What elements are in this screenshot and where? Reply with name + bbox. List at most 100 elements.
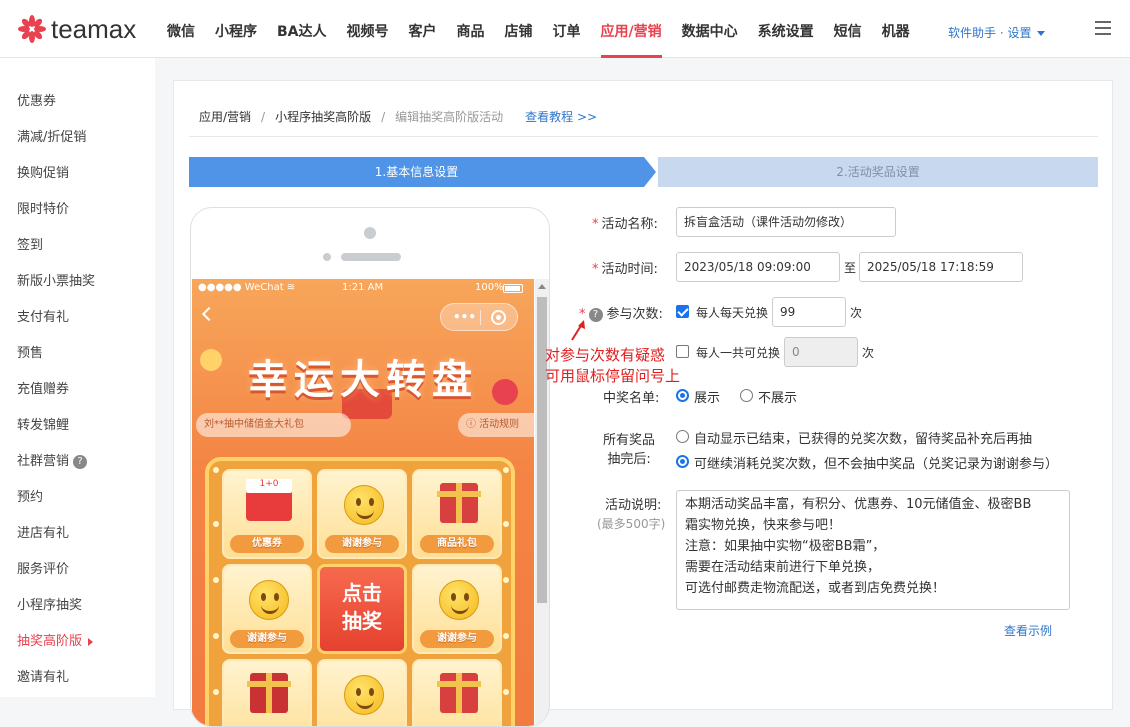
rules-button[interactable]: ⓘ 活动规则 — [458, 413, 534, 437]
help-icon[interactable]: ? — [588, 307, 603, 322]
draw-button-line2: 抽奖 — [342, 609, 382, 633]
nav-products[interactable]: 商品 — [457, 0, 485, 58]
nav-stores[interactable]: 店铺 — [505, 0, 533, 58]
helper-label: 软件助手 · 设置 — [948, 26, 1032, 40]
end-time-input[interactable]: 2025/05/18 17:18:59 — [859, 252, 1023, 282]
status-time: 1:21 AM — [342, 282, 384, 293]
breadcrumb-lottery[interactable]: 小程序抽奖高阶版 — [275, 110, 371, 124]
sidebar-item-share-koi[interactable]: 转发锦鲤 — [17, 414, 69, 433]
annotation-arrow-icon — [571, 320, 585, 341]
draw-button-line1: 点击 — [342, 581, 382, 605]
step-arrow — [644, 157, 656, 187]
sidebar-item-exchange-promo[interactable]: 换购促销 — [17, 162, 69, 181]
view-tutorial-link[interactable]: 查看教程 >> — [525, 110, 597, 124]
sidebar-item-store-visit-gift[interactable]: 进店有礼 — [17, 522, 69, 541]
start-time-input[interactable]: 2023/05/18 09:09:00 — [676, 252, 840, 282]
nav-channels[interactable]: 视频号 — [347, 0, 389, 58]
total-limit-input[interactable]: 0 — [784, 337, 858, 367]
nav-data-center[interactable]: 数据中心 — [682, 0, 738, 58]
participation-times-label: *? 参与次数: — [579, 307, 663, 322]
prize-cell-gift-pack: 商品礼包 — [412, 469, 502, 559]
after-option-continue-label: 可继续消耗兑奖次数，但不会抽中奖品（兑奖记录为谢谢参与） — [694, 457, 1059, 472]
after-option-end-radio[interactable] — [676, 430, 689, 443]
daily-limit-checkbox[interactable] — [676, 305, 689, 318]
description-line: 注意：如果抽中实物“极密BB霜”， — [685, 539, 886, 554]
nav-customers[interactable]: 客户 — [409, 0, 437, 58]
help-icon[interactable]: ? — [73, 454, 88, 469]
sidebar-item-service-review[interactable]: 服务评价 — [17, 558, 69, 577]
activity-name-input[interactable]: 拆盲盒活动（课件活动勿修改） — [676, 207, 896, 237]
nav-orders[interactable]: 订单 — [553, 0, 581, 58]
battery-icon — [503, 284, 523, 293]
sidebar-item-miniprogram-lottery[interactable]: 小程序抽奖 — [17, 594, 82, 613]
prize-cell-thanks: 谢谢参与 — [222, 564, 312, 654]
scroll-up-icon[interactable] — [538, 284, 546, 289]
phone-camera — [364, 227, 376, 239]
wechat-capsule[interactable]: ••• — [440, 303, 518, 331]
nav-wechat[interactable]: 微信 — [167, 0, 195, 58]
draw-button[interactable]: 点击 抽奖 — [317, 564, 407, 654]
svg-text:teamax: teamax — [51, 14, 136, 44]
nav-system-settings[interactable]: 系统设置 — [758, 0, 814, 58]
main-nav: 微信 小程序 BA达人 视频号 客户 商品 店铺 订单 应用/营销 数据中心 系… — [167, 0, 930, 58]
red-envelope-icon — [247, 673, 291, 713]
smiley-icon — [249, 580, 289, 620]
lottery-grid: 优惠券 谢谢参与 商品礼包 谢谢参与 点击 抽奖 — [205, 457, 515, 726]
close-miniprogram-icon[interactable] — [491, 310, 506, 325]
more-icon[interactable]: ••• — [453, 310, 476, 324]
hide-winners-radio[interactable] — [740, 389, 753, 402]
sidebar-item-label: 抽奖高阶版 — [17, 634, 83, 649]
breadcrumb-apps[interactable]: 应用/营销 — [199, 110, 251, 124]
coupon-icon — [246, 479, 292, 521]
activity-name-label: * 活动名称: — [592, 217, 658, 232]
sidebar-item-discount-promo[interactable]: 满减/折促销 — [17, 126, 86, 145]
gift-icon — [437, 483, 481, 523]
sidebar-item-recharge-coupon[interactable]: 充值赠券 — [17, 378, 69, 397]
nav-apps-marketing[interactable]: 应用/营销 — [600, 0, 662, 58]
show-winners-label: 展示 — [694, 391, 721, 406]
sidebar-item-community[interactable]: 社群营销? — [17, 450, 88, 469]
sidebar-item-booking[interactable]: 预约 — [17, 486, 43, 505]
prize-cell — [317, 659, 407, 726]
hamburger-menu-icon[interactable] — [1095, 21, 1111, 35]
after-option-continue-radio[interactable] — [676, 455, 689, 468]
software-assistant-menu[interactable]: 软件助手 · 设置 — [948, 24, 1046, 41]
daily-limit-input[interactable]: 99 — [772, 297, 846, 327]
breadcrumb-current: 编辑抽奖高阶版活动 — [395, 110, 504, 124]
prize-label: 谢谢参与 — [247, 633, 287, 644]
view-example-link[interactable]: 查看示例 — [1004, 622, 1052, 639]
prize-label: 优惠券 — [252, 538, 282, 549]
prize-cell-thanks: 谢谢参与 — [317, 469, 407, 559]
step-basic-info[interactable]: 1.基本信息设置 — [189, 157, 644, 187]
step-prize-settings[interactable]: 2.活动奖品设置 — [658, 157, 1098, 187]
nav-machines[interactable]: 机器 — [882, 0, 910, 58]
nav-miniprogram[interactable]: 小程序 — [215, 0, 257, 58]
show-winners-radio[interactable] — [676, 389, 689, 402]
after-all-prizes-label: 所有奖品 抽完后: — [603, 433, 656, 467]
back-icon[interactable] — [201, 306, 217, 322]
prize-cell-thanks: 谢谢参与 — [412, 564, 502, 654]
nav-ba-talent[interactable]: BA达人 — [277, 0, 327, 58]
sidebar-item-advanced-lottery[interactable]: 抽奖高阶版 — [17, 630, 94, 649]
breadcrumb: 应用/营销 / 小程序抽奖高阶版 / 编辑抽奖高阶版活动 查看教程 >> — [199, 108, 597, 125]
caret-right-icon — [88, 637, 94, 646]
sidebar: 优惠券 满减/折促销 换购促销 限时特价 签到 新版小票抽奖 支付有礼 预售 充… — [0, 58, 155, 697]
description-line: 霜实物兑换，快来参与吧！ — [685, 518, 842, 533]
scrollbar-thumb[interactable] — [537, 297, 547, 603]
sidebar-item-invite-gift[interactable]: 邀请有礼 — [17, 666, 69, 685]
sidebar-item-coupons[interactable]: 优惠券 — [17, 90, 56, 109]
sidebar-item-receipt-lottery[interactable]: 新版小票抽奖 — [17, 270, 95, 289]
daily-limit-label: 每人每天兑换 — [696, 306, 769, 320]
description-textarea[interactable]: 本期活动奖品丰富，有积分、优惠券、10元储值金、极密BB 霜实物兑换，快来参与吧… — [676, 490, 1070, 610]
sidebar-item-presale[interactable]: 预售 — [17, 342, 43, 361]
nav-sms[interactable]: 短信 — [834, 0, 862, 58]
prize-label: 谢谢参与 — [342, 538, 382, 549]
carrier-signal: ●●●●● WeChat ≋ — [198, 282, 296, 293]
battery-percent: 100% — [475, 282, 504, 293]
sidebar-item-flash-price[interactable]: 限时特价 — [17, 198, 69, 217]
after-option-end-label: 自动显示已结束，已获得的兑奖次数，留待奖品补充后再抽 — [694, 432, 1033, 447]
sidebar-item-checkin[interactable]: 签到 — [17, 234, 43, 253]
teamax-logo[interactable]: teamax — [17, 13, 147, 45]
preview-screen: ●●●●● WeChat ≋ 1:21 AM 100% ••• 幸运大转盘 刘*… — [192, 279, 534, 726]
sidebar-item-payment-gift[interactable]: 支付有礼 — [17, 306, 69, 325]
